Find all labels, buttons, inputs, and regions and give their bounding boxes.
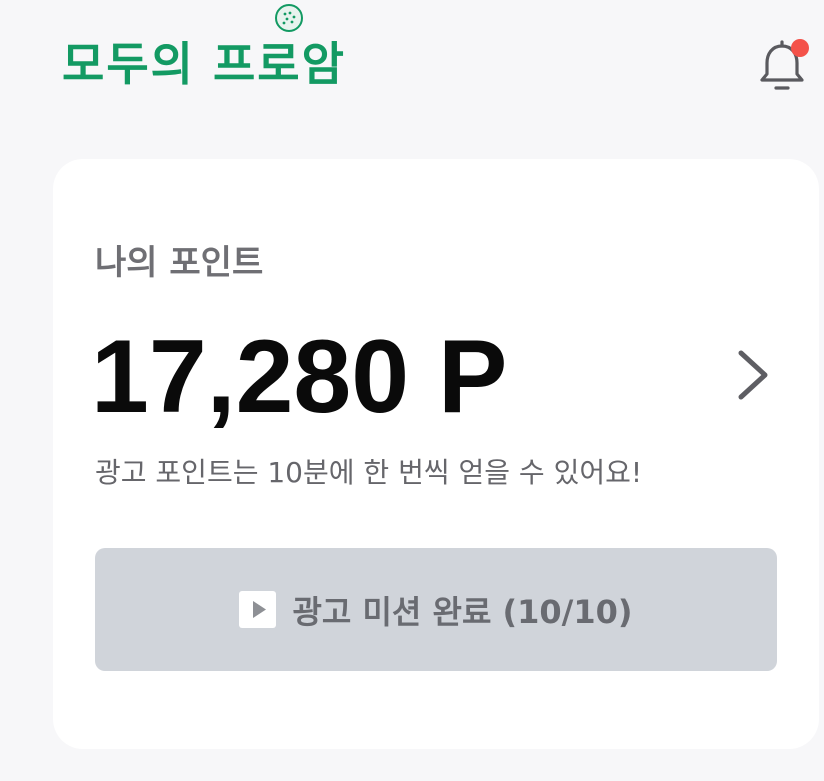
ad-mission-label: 광고 미션 완료 (10/10) bbox=[292, 592, 633, 631]
points-card: 나의 포인트 17,280 P 광고 포인트는 10분에 한 번씩 얻을 수 있… bbox=[53, 159, 819, 749]
points-description: 광고 포인트는 10분에 한 번씩 얻을 수 있어요! bbox=[95, 456, 643, 489]
app-logo[interactable]: 모두의 프로암 bbox=[62, 34, 346, 94]
play-icon bbox=[239, 591, 277, 628]
ad-mission-button[interactable]: 광고 미션 완료 (10/10) bbox=[95, 548, 777, 671]
points-value: 17,280 P bbox=[91, 319, 508, 435]
logo-text: 모두의 프로암 bbox=[62, 37, 346, 91]
points-label: 나의 포인트 bbox=[95, 243, 264, 283]
notification-badge bbox=[791, 39, 809, 57]
chevron-right-icon[interactable] bbox=[725, 345, 785, 405]
golf-ball-icon bbox=[275, 4, 303, 32]
app-header: 모두의 프로암 bbox=[0, 0, 824, 130]
